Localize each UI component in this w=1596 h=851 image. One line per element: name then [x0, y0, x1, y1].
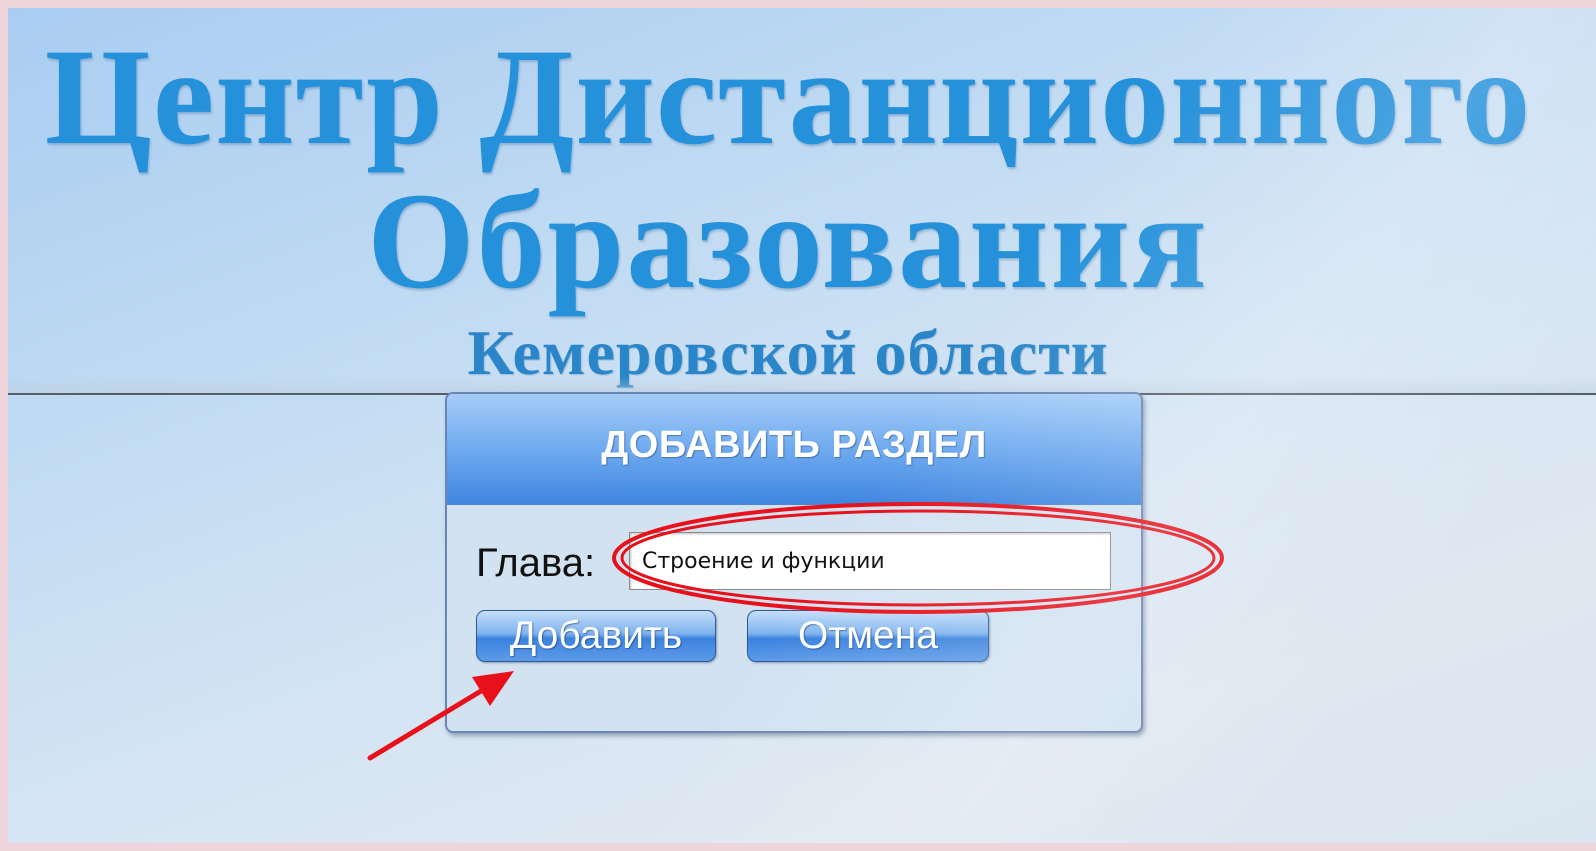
slide-background: Центр Дистанционного Образования Кемеров…	[8, 8, 1596, 843]
chapter-label: Глава:	[476, 541, 596, 585]
page-title-line-2: Образования	[367, 164, 1209, 317]
add-section-dialog: ДОБАВИТЬ РАЗДЕЛ Глава: Добавить Отмена	[445, 392, 1143, 733]
dialog-title: ДОБАВИТЬ РАЗДЕЛ	[601, 424, 987, 466]
dialog-header: ДОБАВИТЬ РАЗДЕЛ	[447, 394, 1141, 505]
cancel-button[interactable]: Отмена	[747, 610, 989, 662]
page-title-line-1: Центр Дистанционного	[44, 20, 1532, 173]
chapter-input[interactable]	[629, 532, 1111, 590]
add-button[interactable]: Добавить	[476, 610, 716, 662]
